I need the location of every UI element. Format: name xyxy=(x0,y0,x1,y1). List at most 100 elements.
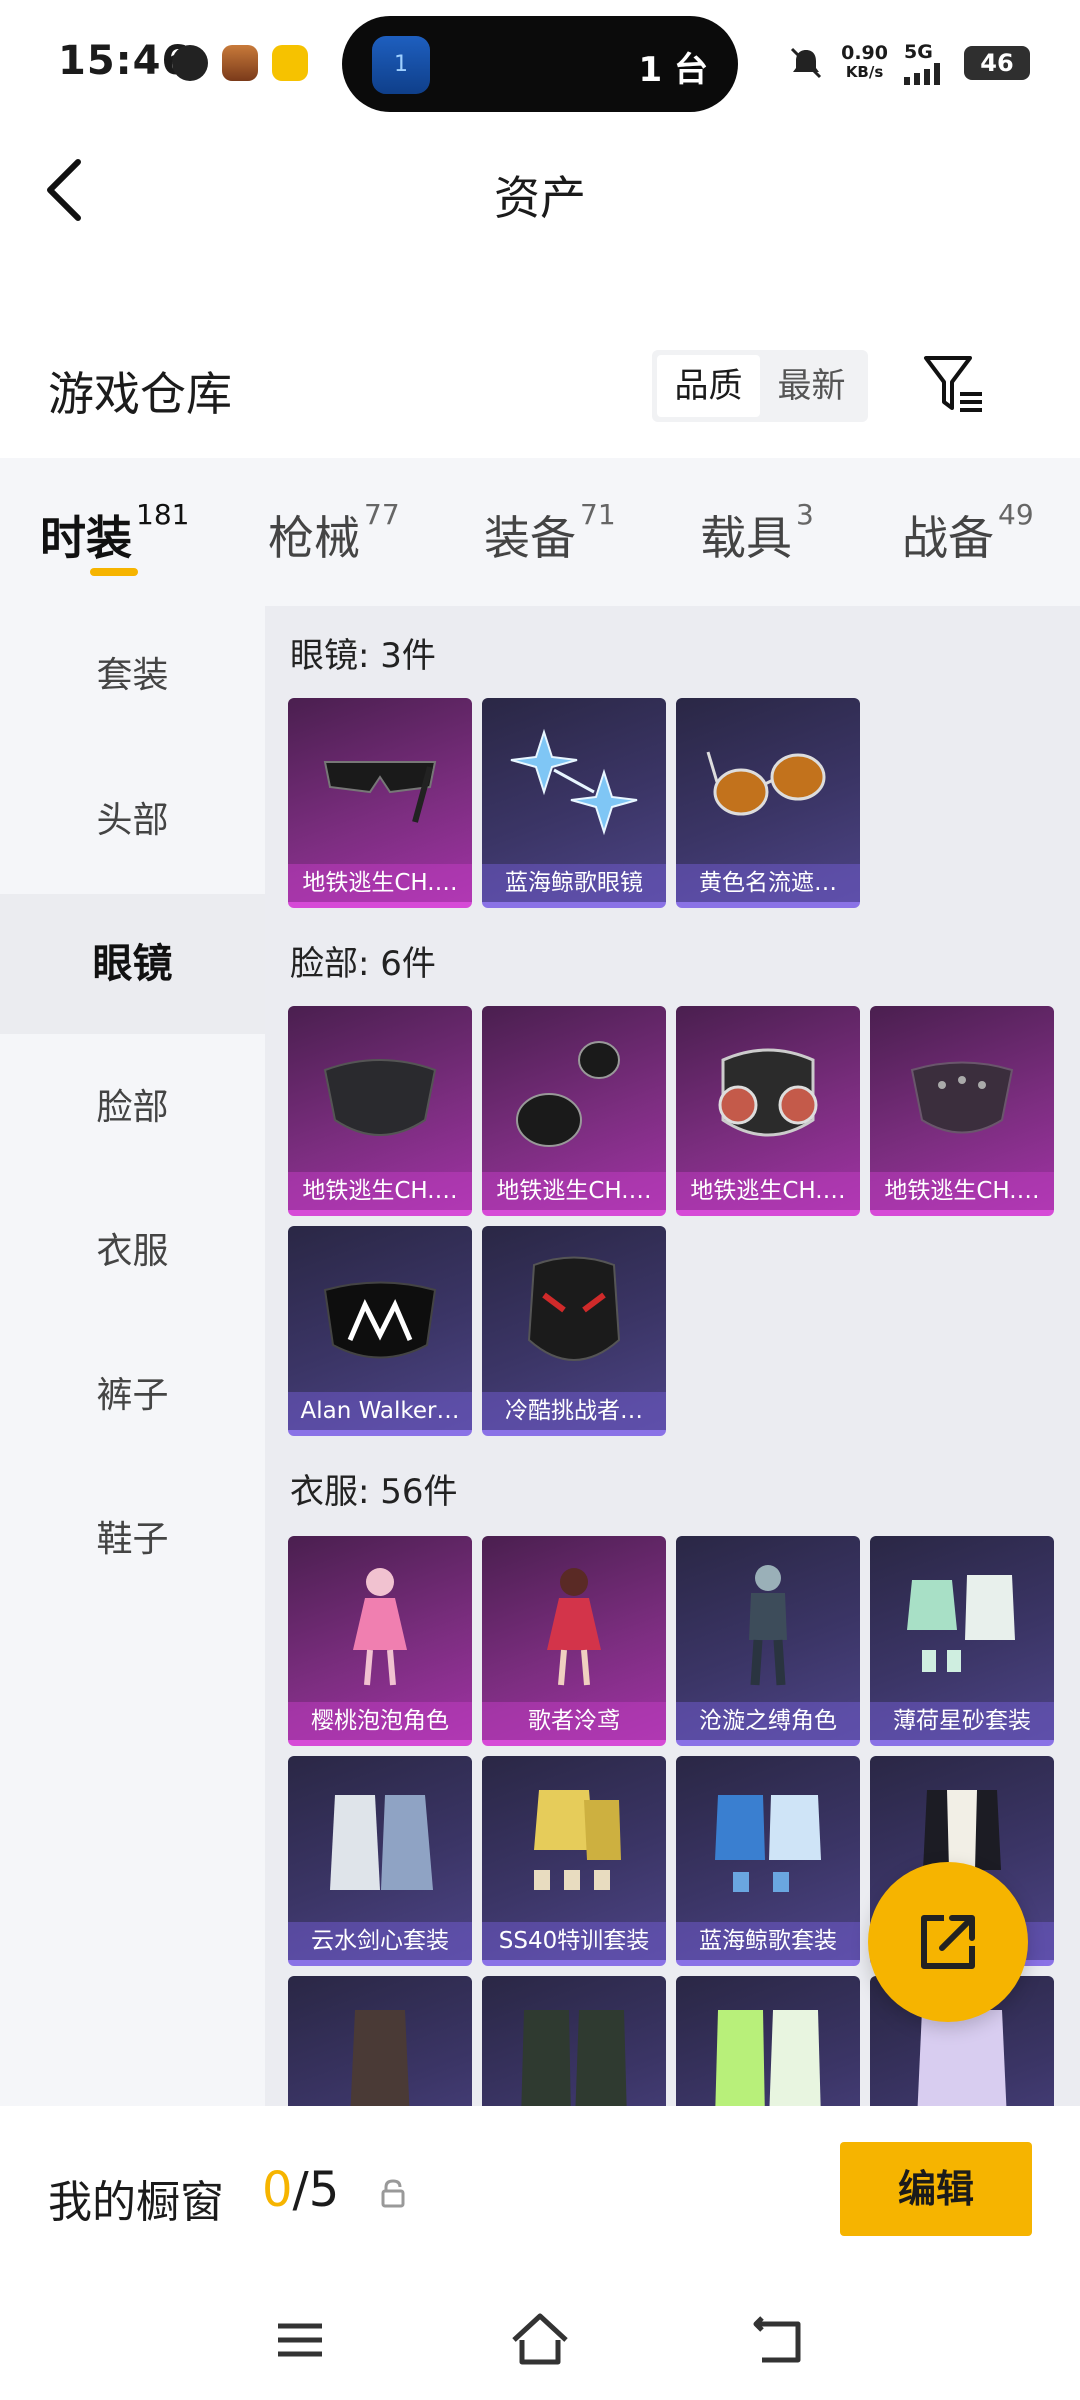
item-card[interactable]: 薄荷星砂套装 xyxy=(870,1536,1054,1746)
edit-button[interactable]: 编辑 xyxy=(840,2142,1032,2236)
status-bar: 15:46 1 1 台 0.90 KB/s 5G 46 xyxy=(0,0,1080,130)
item-name: 歌者泠鸢 xyxy=(482,1702,666,1740)
status-time: 15:46 xyxy=(58,38,191,84)
showcase-label: 我的橱窗 xyxy=(48,2177,224,2228)
app-notification-icon xyxy=(172,45,208,81)
tab-supplies[interactable]: 战备 49 xyxy=(902,498,1034,568)
item-card[interactable]: SS40特训套装 xyxy=(482,1756,666,1966)
aviator-glasses-icon xyxy=(706,751,826,816)
item-card[interactable] xyxy=(676,1976,860,2106)
system-nav-bar xyxy=(0,2288,1080,2400)
lock-icon xyxy=(381,2179,405,2208)
character-outfit-icon xyxy=(749,1565,787,1686)
group-title-face: 脸部: 6件 xyxy=(290,944,436,984)
item-name: 地铁逃生CH.… xyxy=(288,864,472,902)
sidebar-item-clothes[interactable]: 衣服 xyxy=(0,1182,265,1322)
tab-equipment[interactable]: 装备 71 xyxy=(484,498,616,568)
island-text: 1 台 xyxy=(638,50,709,90)
mute-bell-icon xyxy=(791,47,822,79)
item-name: 蓝海鲸歌眼镜 xyxy=(482,864,666,902)
back-nav-icon[interactable] xyxy=(748,2308,812,2372)
category-tabs: 时装 181 枪械 77 装备 71 载具 3 战备 49 xyxy=(0,458,1080,606)
item-card[interactable]: 黄色名流遮… xyxy=(676,698,860,908)
item-card[interactable]: 歌者泠鸢 xyxy=(482,1536,666,1746)
signal-icon xyxy=(904,63,940,85)
item-card[interactable]: 地铁逃生CH.… xyxy=(676,1006,860,1216)
filter-icon xyxy=(924,356,982,412)
item-name: 沧漩之缚角色 xyxy=(676,1702,860,1740)
outfit-set-icon xyxy=(350,2010,410,2106)
item-card[interactable] xyxy=(482,1976,666,2106)
sidebar-item-head[interactable]: 头部 xyxy=(0,751,265,891)
menu-icon[interactable] xyxy=(268,2308,332,2372)
item-card[interactable]: 地铁逃生CH.… xyxy=(482,1006,666,1216)
item-card[interactable]: Alan Walker… xyxy=(288,1226,472,1436)
sort-toggle: 品质 最新 xyxy=(652,350,868,422)
item-name: Alan Walker… xyxy=(288,1392,472,1430)
group-title-clothes: 衣服: 56件 xyxy=(290,1472,458,1512)
studded-mask-icon xyxy=(910,1061,1014,1134)
network-type: 5G xyxy=(904,41,933,63)
character-outfit-icon xyxy=(547,1568,601,1686)
item-card[interactable]: 云水剑心套装 xyxy=(288,1756,472,1966)
outfit-set-icon xyxy=(907,1575,1015,1672)
star-glasses-icon xyxy=(510,728,638,836)
tab-fashion[interactable]: 时装 181 xyxy=(40,498,189,568)
active-tab-indicator xyxy=(90,568,138,576)
item-name: 冷酷挑战者… xyxy=(482,1392,666,1430)
item-card[interactable]: 地铁逃生CH.… xyxy=(288,698,472,908)
tab-guns[interactable]: 枪械 77 xyxy=(268,498,400,568)
page-title: 资产 xyxy=(494,171,586,225)
sort-newest-option[interactable]: 最新 xyxy=(760,355,863,417)
broadcast-app-icon: 1 xyxy=(372,36,430,94)
character-outfit-icon xyxy=(353,1568,407,1686)
showcase-count: 0/5 xyxy=(262,2162,340,2218)
neck-gaiter-icon xyxy=(516,1041,620,1147)
sidebar-item-face[interactable]: 脸部 xyxy=(0,1038,265,1178)
status-right: 0.90 KB/s 5G 46 xyxy=(787,38,1030,88)
aw-mask-icon xyxy=(323,1281,437,1359)
outfit-set-icon xyxy=(521,2010,627,2106)
item-card[interactable] xyxy=(288,1976,472,2106)
dynamic-island[interactable]: 1 1 台 xyxy=(342,16,738,112)
item-card[interactable]: 冷酷挑战者… xyxy=(482,1226,666,1436)
coin-notification-icon xyxy=(272,45,308,81)
outfit-set-icon xyxy=(330,1795,433,1890)
home-icon[interactable] xyxy=(508,2308,572,2372)
game-notification-icon xyxy=(222,45,258,81)
item-card[interactable]: 蓝海鲸歌套装 xyxy=(676,1756,860,1966)
category-sidebar: 套装 头部 眼镜 脸部 衣服 裤子 鞋子 xyxy=(0,606,265,2106)
item-name: 地铁逃生CH.… xyxy=(482,1172,666,1210)
sidebar-item-shoes[interactable]: 鞋子 xyxy=(0,1470,265,1610)
item-name: 薄荷星砂套装 xyxy=(870,1702,1054,1740)
gas-mask-icon xyxy=(718,1048,818,1137)
full-face-mask-icon xyxy=(527,1256,621,1361)
outfit-set-icon xyxy=(715,2010,821,2106)
item-card[interactable]: 樱桃泡泡角色 xyxy=(288,1536,472,1746)
item-card[interactable]: 地铁逃生CH.… xyxy=(870,1006,1054,1216)
group-title-glasses: 眼镜: 3件 xyxy=(290,636,436,676)
item-name: SS40特训套装 xyxy=(482,1922,666,1960)
item-name: 樱桃泡泡角色 xyxy=(288,1702,472,1740)
sort-quality-option[interactable]: 品质 xyxy=(657,355,760,417)
sidebar-item-suits[interactable]: 套装 xyxy=(0,606,265,746)
item-card[interactable]: 沧漩之缚角色 xyxy=(676,1536,860,1746)
showcase-bar: 我的橱窗 0/5 编辑 xyxy=(0,2106,1080,2288)
item-name: 地铁逃生CH.… xyxy=(870,1172,1054,1210)
outfit-set-icon xyxy=(715,1795,821,1892)
tab-vehicles[interactable]: 载具 3 xyxy=(700,498,814,568)
network-speed: 0.90 KB/s xyxy=(841,42,888,82)
face-mask-icon xyxy=(323,1059,437,1136)
share-external-icon xyxy=(921,1915,975,1969)
sidebar-item-pants[interactable]: 裤子 xyxy=(0,1326,265,1466)
item-card[interactable]: 蓝海鲸歌眼镜 xyxy=(482,698,666,908)
outfit-set-icon xyxy=(534,1790,621,1890)
share-fab[interactable] xyxy=(868,1862,1028,2022)
filter-button[interactable] xyxy=(920,352,990,418)
battery-indicator: 46 xyxy=(964,46,1030,80)
item-name: 地铁逃生CH.… xyxy=(676,1172,860,1210)
sunglasses-icon xyxy=(323,761,437,823)
item-card[interactable]: 地铁逃生CH.… xyxy=(288,1006,472,1216)
sidebar-item-glasses[interactable]: 眼镜 xyxy=(0,894,265,1034)
item-name: 蓝海鲸歌套装 xyxy=(676,1922,860,1960)
